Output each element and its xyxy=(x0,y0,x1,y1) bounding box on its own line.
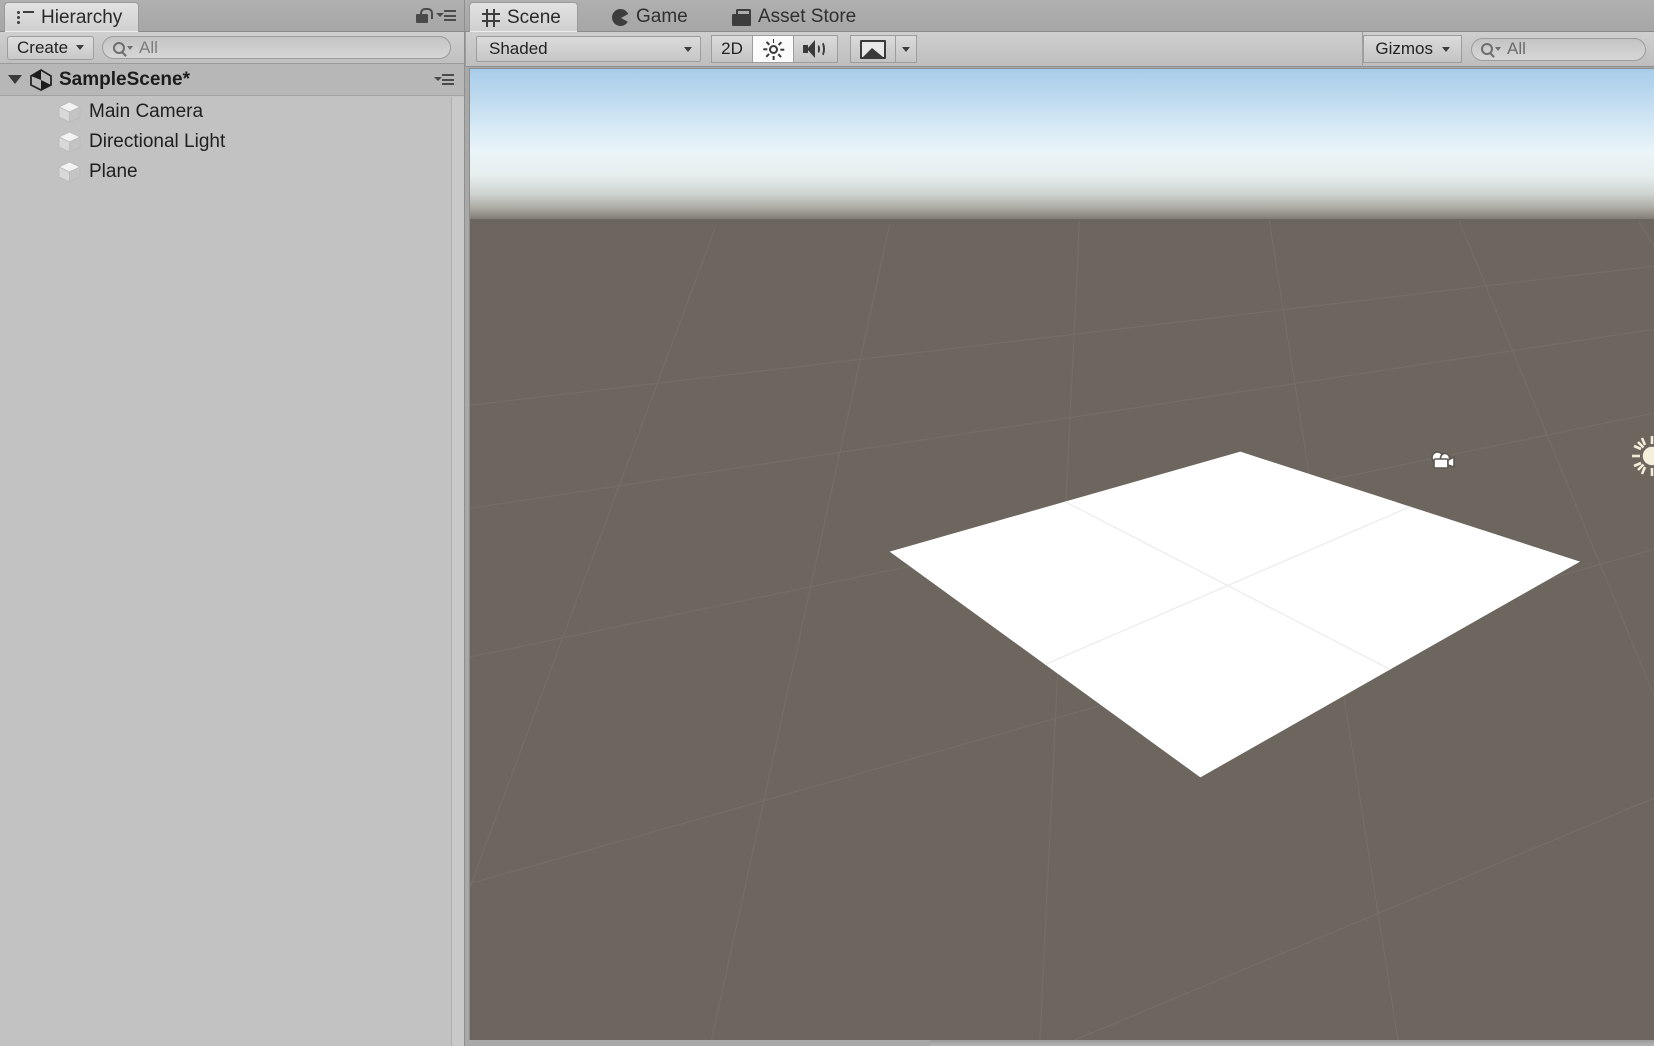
search-icon xyxy=(113,41,126,54)
scene-bottom-strip xyxy=(930,1040,1654,1046)
plane-object[interactable] xyxy=(470,69,1654,1040)
list-item-label: Main Camera xyxy=(89,101,204,122)
chevron-down-icon xyxy=(1442,46,1450,52)
hierarchy-toolbar: Create All xyxy=(0,32,464,64)
hierarchy-icon xyxy=(17,10,34,25)
tab-scene[interactable]: Scene xyxy=(469,2,578,32)
scene-tabstrip: Scene Game Asset Store xyxy=(465,0,1654,32)
chevron-down-icon xyxy=(76,45,85,50)
game-pacman-icon xyxy=(612,8,630,26)
scene-view-toggles: 2D xyxy=(711,35,838,63)
chevron-down-icon xyxy=(684,46,692,52)
hierarchy-scrollbar[interactable] xyxy=(451,97,464,1046)
hierarchy-tab-actions xyxy=(415,8,456,24)
scene-search-input[interactable]: All xyxy=(1471,37,1646,61)
scene-toolbar: Shaded 2D Gizmos All xyxy=(465,31,1654,67)
list-item-label: Directional Light xyxy=(89,131,226,152)
create-button[interactable]: Create xyxy=(7,35,95,60)
toggle-lighting-button[interactable] xyxy=(752,35,794,63)
tab-asset-store[interactable]: Asset Store xyxy=(720,2,872,32)
list-item[interactable]: Plane xyxy=(0,157,464,187)
list-item[interactable]: Directional Light xyxy=(0,127,464,157)
unity-scene-icon xyxy=(30,68,52,91)
hierarchy-search-value: All xyxy=(139,37,158,57)
create-button-label: Create xyxy=(17,37,69,57)
hierarchy-tabstrip: Hierarchy xyxy=(0,0,464,32)
hierarchy-search-input[interactable]: All xyxy=(102,36,451,59)
image-effects-icon xyxy=(860,39,886,59)
camera-gizmo[interactable] xyxy=(1427,450,1459,472)
directional-light-gizmo[interactable] xyxy=(1630,434,1654,478)
asset-store-bag-icon xyxy=(732,8,751,26)
tab-hierarchy[interactable]: Hierarchy xyxy=(4,2,140,32)
foldout-triangle-icon[interactable] xyxy=(8,75,22,84)
tab-game-label: Game xyxy=(636,6,688,27)
chevron-down-icon xyxy=(902,46,910,52)
gizmos-label: Gizmos xyxy=(1375,39,1433,58)
scene-fx-group xyxy=(850,35,917,63)
tab-game[interactable]: Game xyxy=(600,2,704,32)
hamburger-menu-icon[interactable] xyxy=(436,10,456,22)
scene-panel: Scene Game Asset Store Shaded 2D Gizmos … xyxy=(465,0,1654,1046)
shading-mode-dropdown[interactable]: Shaded xyxy=(476,36,701,62)
gameobject-cube-icon xyxy=(58,161,81,183)
toggle-effects-button[interactable] xyxy=(850,35,896,63)
search-icon xyxy=(1481,43,1493,55)
shading-mode-label: Shaded xyxy=(489,39,548,58)
scene-search-value: All xyxy=(1507,39,1526,58)
tab-asset-store-label: Asset Store xyxy=(758,6,857,27)
list-item[interactable]: Main Camera xyxy=(0,97,464,127)
hierarchy-panel: Hierarchy Create All SampleScene* Main C… xyxy=(0,0,465,1046)
scene-viewport[interactable] xyxy=(469,68,1654,1040)
chevron-down-icon xyxy=(127,45,134,50)
toggle-2d-label: 2D xyxy=(721,39,743,58)
gameobject-cube-icon xyxy=(58,101,81,123)
hamburger-menu-icon[interactable] xyxy=(434,74,454,86)
scene-root-label: SampleScene* xyxy=(59,68,190,90)
hierarchy-scene-root[interactable]: SampleScene* xyxy=(0,64,464,96)
gizmos-dropdown-button[interactable]: Gizmos xyxy=(1363,35,1462,63)
chevron-down-icon xyxy=(1495,47,1501,51)
list-item-label: Plane xyxy=(89,161,138,182)
tab-hierarchy-label: Hierarchy xyxy=(41,6,123,28)
tab-scene-label: Scene xyxy=(507,6,561,28)
audio-speaker-icon xyxy=(803,39,828,59)
toggle-2d-button[interactable]: 2D xyxy=(711,35,753,63)
effects-dropdown-button[interactable] xyxy=(895,35,917,63)
lock-icon[interactable] xyxy=(415,8,433,24)
toggle-audio-button[interactable] xyxy=(793,35,838,63)
gameobject-cube-icon xyxy=(58,131,81,153)
sun-lighting-icon xyxy=(762,38,784,60)
hierarchy-tree: Main Camera Directional Light Plane xyxy=(0,97,464,187)
scene-grid-icon xyxy=(482,8,500,27)
